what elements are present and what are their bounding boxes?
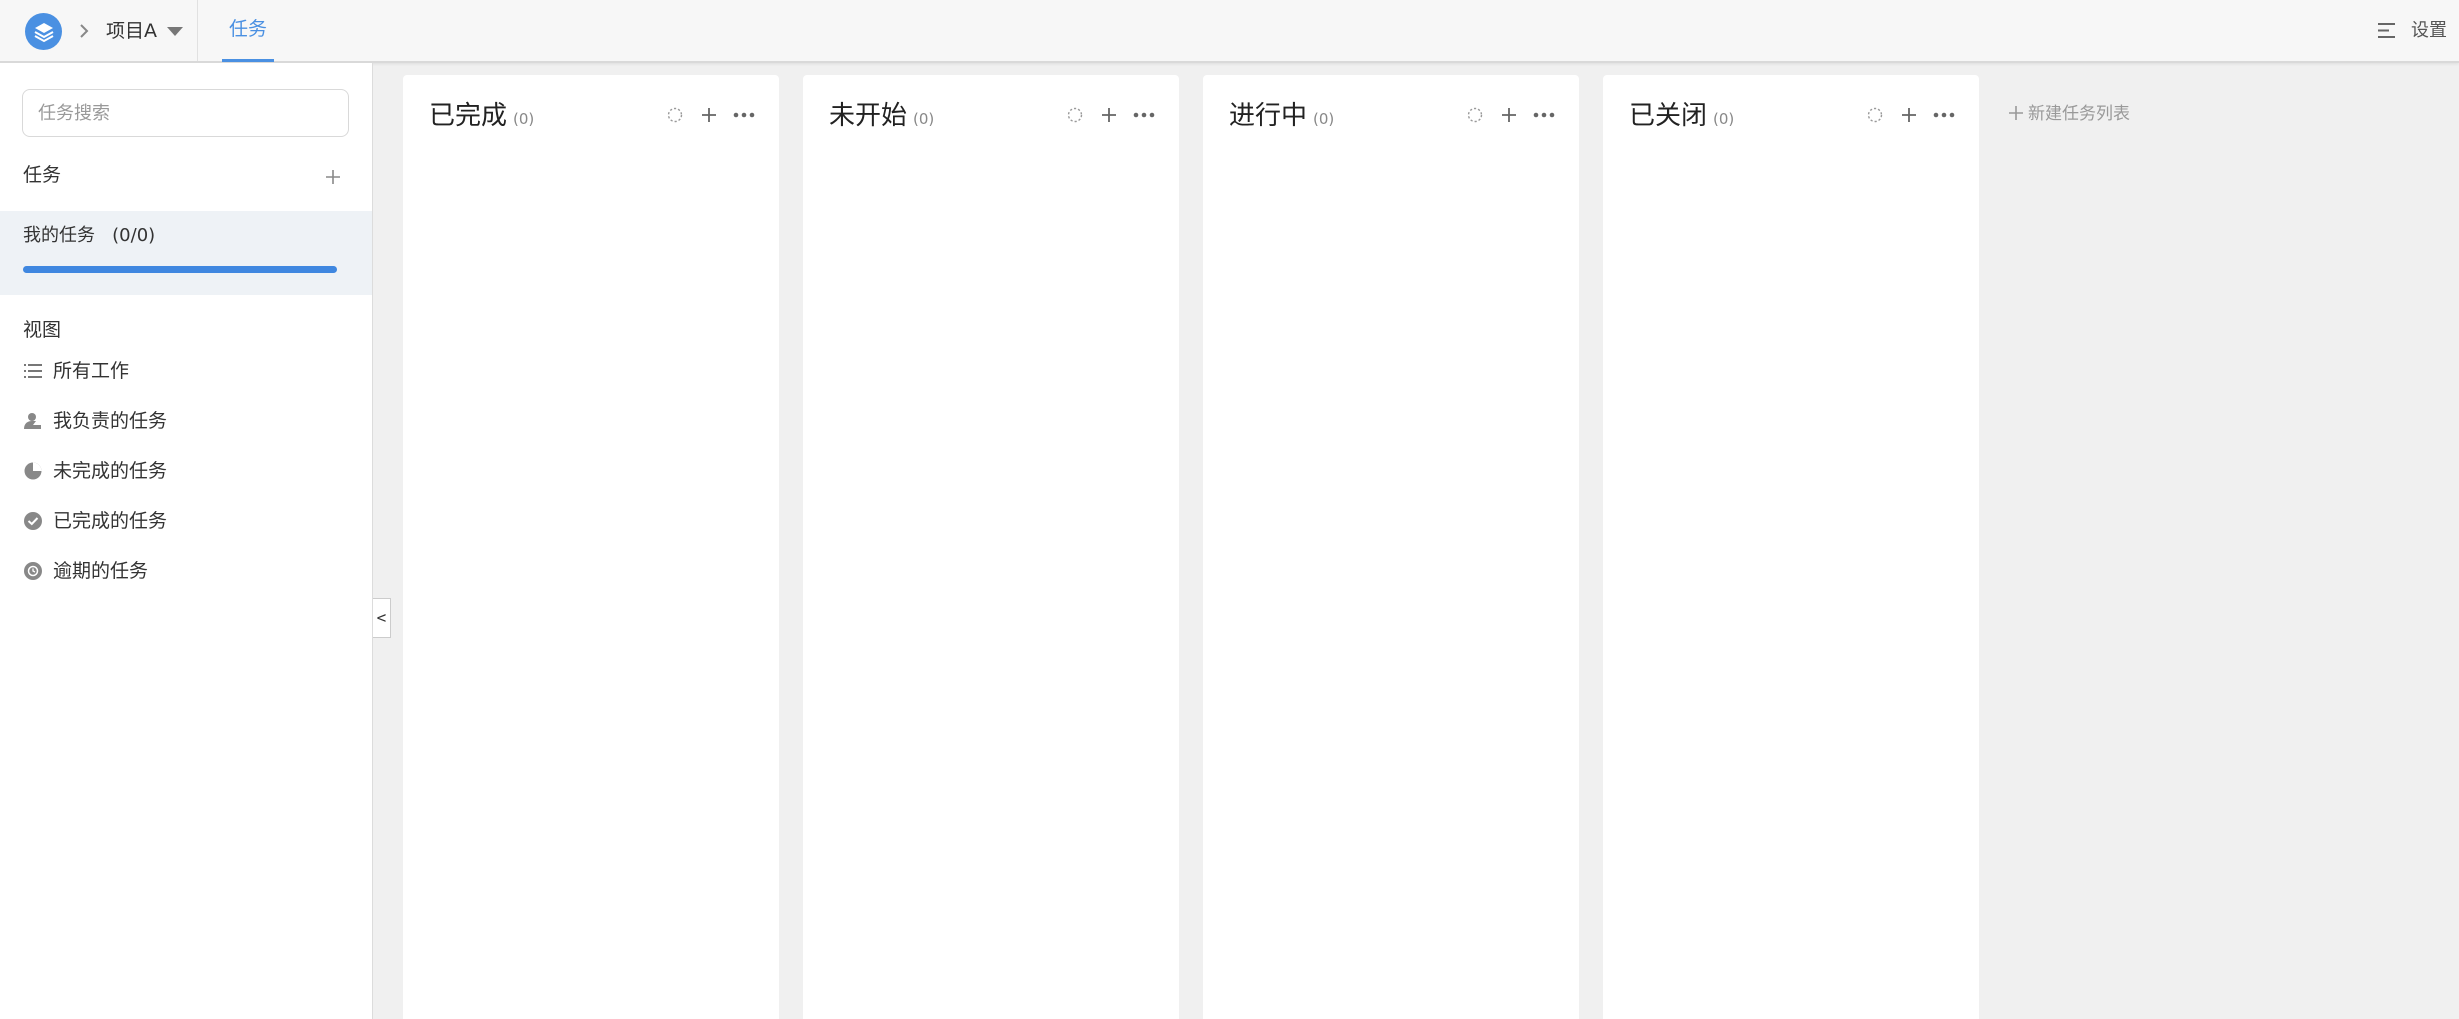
column-title-text: 已完成 [429,101,508,131]
more-options-icon[interactable] [1533,111,1555,119]
list-icon [24,364,42,378]
add-icon[interactable] [1500,106,1518,124]
tab-tasks[interactable]: 任务 [222,0,274,61]
settings-button[interactable]: 设置 [2411,18,2447,44]
column-count: (0) [513,110,535,128]
column-title-text: 已关闭 [1629,101,1708,131]
loading-spinner-icon [1467,107,1483,123]
view-item-label: 所有工作 [53,360,130,382]
loading-spinner-icon [1867,107,1883,123]
add-icon[interactable] [700,106,718,124]
view-item-overdue[interactable]: 逾期的任务 [0,551,372,591]
view-item-assigned-to-me[interactable]: 我负责的任务 [0,401,372,441]
column-title: 已完成 (0) [429,97,534,138]
add-icon[interactable] [1900,106,1918,124]
column-title: 进行中 (0) [1229,97,1334,138]
task-section-title: 任务 [23,164,62,186]
view-item-all-work[interactable]: 所有工作 [0,351,372,391]
task-column: 已关闭 (0) [1603,75,1979,1019]
divider [197,0,198,61]
check-circle-icon [24,512,42,530]
overdue-icon [24,562,42,580]
loading-spinner-icon [667,107,683,123]
task-column: 未开始 (0) [803,75,1179,1019]
top-bar: 项目A 任务 设置 [0,0,2459,63]
column-count: (0) [1313,110,1335,128]
column-title-text: 进行中 [1229,101,1308,131]
chevron-right-icon [80,24,89,38]
column-title-text: 未开始 [829,101,908,131]
task-search-input[interactable] [22,89,349,137]
view-item-label: 已完成的任务 [53,510,168,532]
add-icon[interactable] [323,167,343,187]
app-logo-icon[interactable] [25,13,62,50]
caret-down-icon[interactable] [166,26,184,37]
add-icon[interactable] [1100,106,1118,124]
view-item-completed[interactable]: 已完成的任务 [0,501,372,541]
view-item-label: 逾期的任务 [53,560,149,582]
column-count: (0) [913,110,935,128]
view-item-incomplete[interactable]: 未完成的任务 [0,451,372,491]
my-tasks-progress-bar [23,266,337,273]
add-icon [2009,106,2023,120]
project-selector[interactable]: 项目A [106,17,157,45]
progress-fill [23,266,337,273]
menu-lines-icon[interactable] [2378,22,2397,39]
sidebar: 任务 我的任务 (0/0) 视图 所有工作 我负责的任务 未完成的任务 [0,63,373,1019]
column-title: 未开始 (0) [829,97,934,138]
task-column: 进行中 (0) [1203,75,1579,1019]
user-assign-icon [24,413,41,429]
my-tasks-item[interactable]: 我的任务 (0/0) [0,211,372,295]
more-options-icon[interactable] [733,111,755,119]
new-task-list-button[interactable]: 新建任务列表 [2008,100,2130,128]
task-column: 已完成 (0) [403,75,779,1019]
column-title: 已关闭 (0) [1629,97,1734,138]
more-options-icon[interactable] [1133,111,1155,119]
view-section-title: 视图 [23,319,62,341]
active-tab-indicator [222,59,274,62]
sidebar-collapse-button[interactable]: < [373,598,391,638]
my-tasks-label: 我的任务 (0/0) [23,225,156,246]
new-task-list-label: 新建任务列表 [2028,104,2130,124]
view-item-label: 我负责的任务 [53,410,168,432]
loading-spinner-icon [1067,107,1083,123]
half-circle-icon [24,462,42,480]
more-options-icon[interactable] [1933,111,1955,119]
column-count: (0) [1713,110,1735,128]
view-item-label: 未完成的任务 [53,460,168,482]
